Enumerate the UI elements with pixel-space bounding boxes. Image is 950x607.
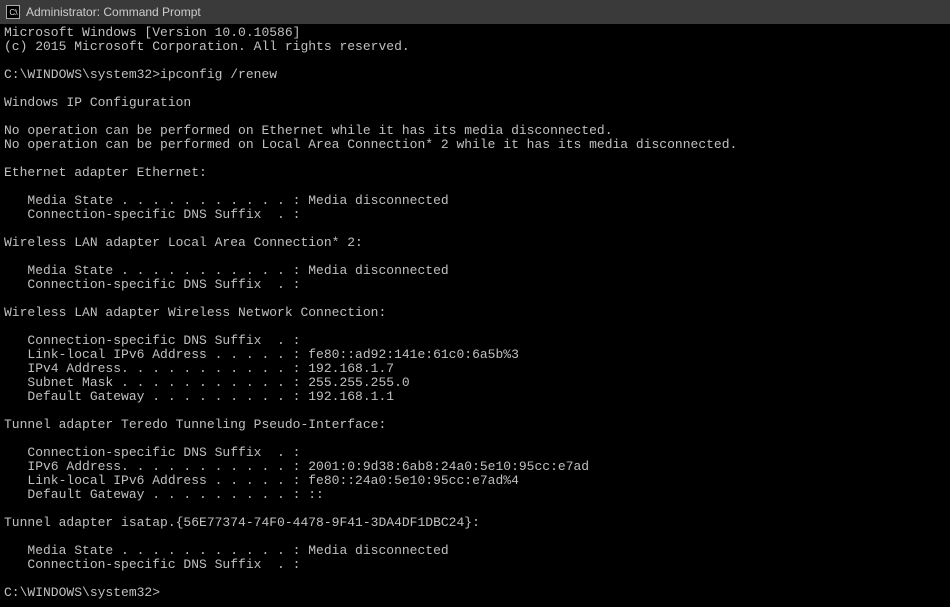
terminal-line: Tunnel adapter Teredo Tunneling Pseudo-I… bbox=[4, 418, 946, 432]
titlebar[interactable]: C:\ Administrator: Command Prompt bbox=[0, 0, 950, 24]
terminal-line bbox=[4, 292, 946, 306]
terminal-line: No operation can be performed on Etherne… bbox=[4, 124, 946, 138]
terminal-line bbox=[4, 54, 946, 68]
terminal-line: Subnet Mask . . . . . . . . . . . : 255.… bbox=[4, 376, 946, 390]
terminal-line bbox=[4, 320, 946, 334]
terminal-output[interactable]: Microsoft Windows [Version 10.0.10586](c… bbox=[0, 24, 950, 607]
terminal-line: Wireless LAN adapter Wireless Network Co… bbox=[4, 306, 946, 320]
terminal-line: (c) 2015 Microsoft Corporation. All righ… bbox=[4, 40, 946, 54]
terminal-line: Link-local IPv6 Address . . . . . : fe80… bbox=[4, 348, 946, 362]
terminal-line: Default Gateway . . . . . . . . . : 192.… bbox=[4, 390, 946, 404]
terminal-line: Tunnel adapter isatap.{56E77374-74F0-447… bbox=[4, 516, 946, 530]
terminal-line: IPv6 Address. . . . . . . . . . . : 2001… bbox=[4, 460, 946, 474]
terminal-line: IPv4 Address. . . . . . . . . . . : 192.… bbox=[4, 362, 946, 376]
terminal-line: Connection-specific DNS Suffix . : bbox=[4, 558, 946, 572]
terminal-line: Connection-specific DNS Suffix . : bbox=[4, 208, 946, 222]
terminal-line bbox=[4, 82, 946, 96]
terminal-line: Link-local IPv6 Address . . . . . : fe80… bbox=[4, 474, 946, 488]
terminal-line bbox=[4, 222, 946, 236]
terminal-line: Media State . . . . . . . . . . . : Medi… bbox=[4, 194, 946, 208]
terminal-line bbox=[4, 180, 946, 194]
terminal-line: Wireless LAN adapter Local Area Connecti… bbox=[4, 236, 946, 250]
terminal-line bbox=[4, 502, 946, 516]
terminal-line: C:\WINDOWS\system32>ipconfig /renew bbox=[4, 68, 946, 82]
terminal-line: Connection-specific DNS Suffix . : bbox=[4, 446, 946, 460]
terminal-line: Media State . . . . . . . . . . . : Medi… bbox=[4, 544, 946, 558]
terminal-line: C:\WINDOWS\system32> bbox=[4, 586, 946, 600]
terminal-line bbox=[4, 250, 946, 264]
terminal-line bbox=[4, 110, 946, 124]
window-title: Administrator: Command Prompt bbox=[26, 5, 201, 19]
terminal-line: Connection-specific DNS Suffix . : bbox=[4, 334, 946, 348]
terminal-line: Microsoft Windows [Version 10.0.10586] bbox=[4, 26, 946, 40]
terminal-line: Connection-specific DNS Suffix . : bbox=[4, 278, 946, 292]
cmd-icon: C:\ bbox=[6, 5, 20, 19]
terminal-line: Default Gateway . . . . . . . . . : :: bbox=[4, 488, 946, 502]
terminal-line bbox=[4, 404, 946, 418]
terminal-line bbox=[4, 572, 946, 586]
terminal-line: Media State . . . . . . . . . . . : Medi… bbox=[4, 264, 946, 278]
command-prompt-window: C:\ Administrator: Command Prompt Micros… bbox=[0, 0, 950, 607]
terminal-line bbox=[4, 432, 946, 446]
terminal-line: No operation can be performed on Local A… bbox=[4, 138, 946, 152]
terminal-line: Ethernet adapter Ethernet: bbox=[4, 166, 946, 180]
terminal-line bbox=[4, 530, 946, 544]
terminal-line bbox=[4, 152, 946, 166]
terminal-line: Windows IP Configuration bbox=[4, 96, 946, 110]
